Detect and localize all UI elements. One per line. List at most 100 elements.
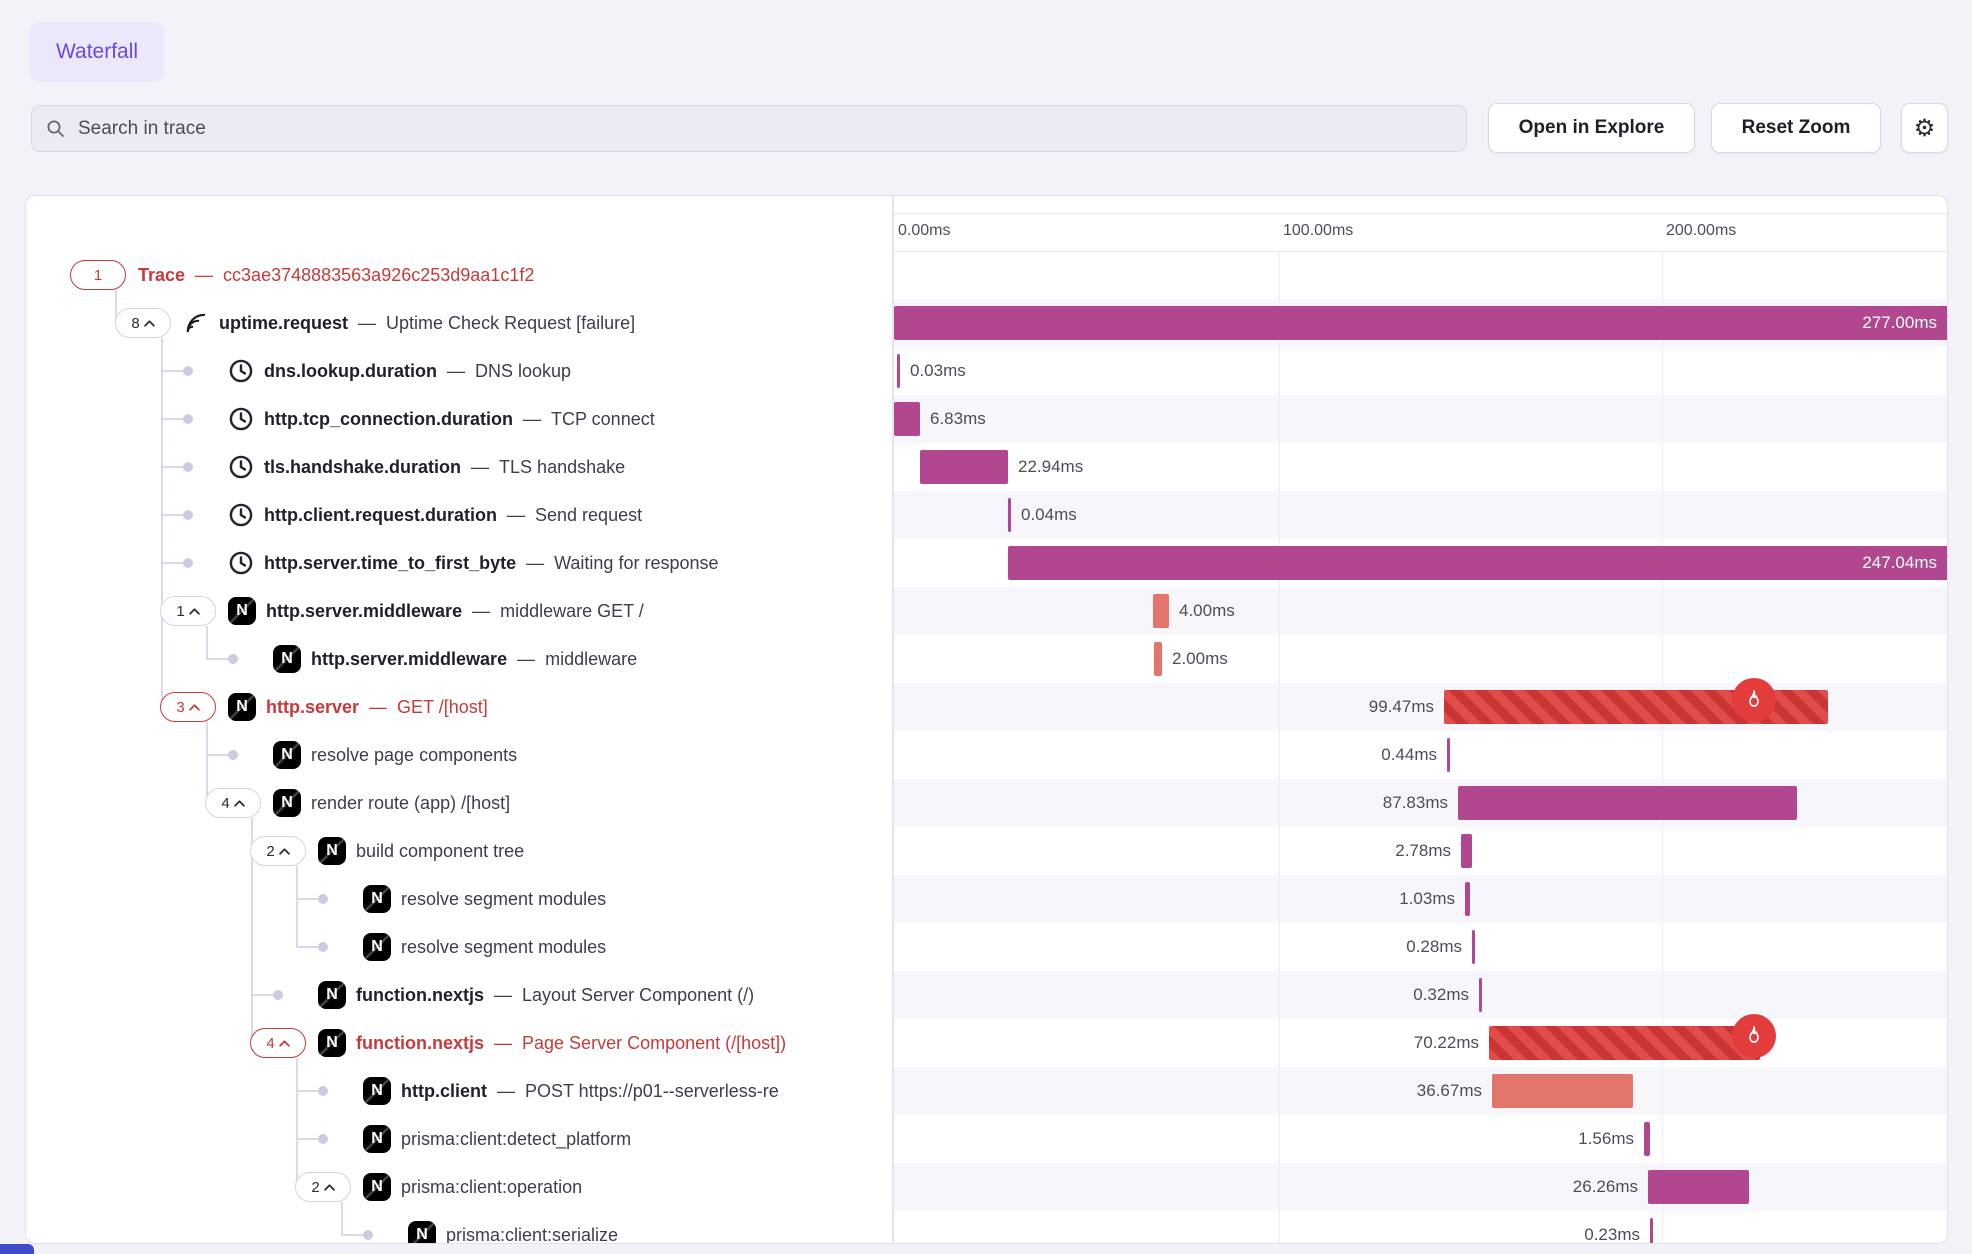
span-duration-bar[interactable]	[1461, 834, 1472, 868]
span-duration-bar[interactable]	[920, 450, 1008, 484]
children-count: 3	[176, 699, 184, 716]
span-timeline-row[interactable]: 2.78ms	[894, 827, 1948, 875]
span-tree-row[interactable]: http.tcp_connection.duration—TCP connect	[26, 395, 892, 443]
span-duration-bar[interactable]	[1465, 882, 1470, 916]
span-tree-row[interactable]: Nprisma:client:detect_platform	[26, 1115, 892, 1163]
tab-waterfall[interactable]: Waterfall	[30, 22, 164, 82]
span-timeline-row[interactable]	[894, 251, 1948, 299]
span-duration-bar[interactable]	[894, 402, 920, 436]
span-tree-row[interactable]: 4Nfunction.nextjs—Page Server Component …	[26, 1019, 892, 1067]
span-tree-row[interactable]: tls.handshake.duration—TLS handshake	[26, 443, 892, 491]
span-timeline-row[interactable]: 0.23ms	[894, 1211, 1948, 1243]
search-icon	[46, 119, 66, 139]
span-duration-bar[interactable]	[1644, 1122, 1650, 1156]
span-timeline-row[interactable]: 277.00ms	[894, 299, 1948, 347]
clock-icon	[228, 502, 254, 528]
span-duration-bar[interactable]	[1008, 546, 1948, 580]
span-tree-row[interactable]: 1Nhttp.server.middleware—middleware GET …	[26, 587, 892, 635]
span-duration-bar[interactable]	[1472, 930, 1475, 964]
span-children-count-pill[interactable]: 1	[160, 596, 216, 626]
span-tree-row[interactable]: Nresolve segment modules	[26, 923, 892, 971]
span-timeline-row[interactable]: 247.04ms	[894, 539, 1948, 587]
span-timeline-row[interactable]: 1.56ms	[894, 1115, 1948, 1163]
span-timeline-row[interactable]: 36.67ms	[894, 1067, 1948, 1115]
span-tree-row[interactable]: 2Nprisma:client:operation	[26, 1163, 892, 1211]
span-timeline-row[interactable]: 0.44ms	[894, 731, 1948, 779]
span-tree-row[interactable]: Nresolve segment modules	[26, 875, 892, 923]
span-timeline-row[interactable]: 22.94ms	[894, 443, 1948, 491]
clock-icon	[228, 406, 254, 432]
span-duration-bar[interactable]	[1492, 1074, 1633, 1108]
span-children-count-pill[interactable]: 8	[115, 308, 171, 338]
span-duration-bar[interactable]	[1153, 594, 1169, 628]
nextjs-icon: N	[228, 693, 256, 721]
span-duration-bar[interactable]	[1489, 1026, 1760, 1060]
span-tree-row[interactable]: 2Nbuild component tree	[26, 827, 892, 875]
span-tree-row[interactable]: Nprisma:client:serialize	[26, 1211, 892, 1243]
span-duration-bar[interactable]	[1154, 642, 1162, 676]
span-timeline-row[interactable]: 0.04ms	[894, 491, 1948, 539]
children-count: 4	[221, 795, 229, 812]
span-duration-bar[interactable]	[897, 354, 900, 388]
span-tree-row[interactable]: Nfunction.nextjs—Layout Server Component…	[26, 971, 892, 1019]
tree-connector-line	[161, 338, 163, 347]
span-description: resolve segment modules	[401, 889, 606, 910]
span-timeline-row[interactable]: 1.03ms	[894, 875, 1948, 923]
span-timeline-row[interactable]: 0.28ms	[894, 923, 1948, 971]
nextjs-icon: N	[318, 981, 346, 1009]
tree-leaf-dot	[318, 894, 328, 904]
children-count: 4	[266, 1035, 274, 1052]
span-description: render route (app) /[host]	[311, 793, 510, 814]
span-children-count-pill[interactable]: 1	[70, 260, 126, 290]
span-children-count-pill[interactable]: 4	[205, 788, 261, 818]
pane-divider[interactable]	[892, 196, 894, 1243]
tree-connector-line	[115, 290, 117, 299]
span-duration-bar[interactable]	[1447, 738, 1450, 772]
span-children-count-pill[interactable]: 2	[295, 1172, 351, 1202]
settings-button[interactable]: ⚙	[1901, 103, 1948, 153]
nextjs-icon: N	[318, 837, 346, 865]
span-timeline-row[interactable]: 99.47ms	[894, 683, 1948, 731]
span-duration-label: 0.23ms	[1584, 1211, 1640, 1243]
ruler-tick-label: 200.00ms	[1666, 222, 1736, 240]
span-timeline-row[interactable]: 87.83ms	[894, 779, 1948, 827]
span-children-count-pill[interactable]: 4	[250, 1028, 306, 1058]
span-timeline-row[interactable]: 0.32ms	[894, 971, 1948, 1019]
span-timeline-row[interactable]: 6.83ms	[894, 395, 1948, 443]
span-duration-bar[interactable]	[1458, 786, 1797, 820]
span-children-count-pill[interactable]: 2	[250, 836, 306, 866]
span-duration-label: 0.44ms	[1381, 731, 1437, 779]
span-tree-row[interactable]: Nhttp.client—POST https://p01--serverles…	[26, 1067, 892, 1115]
tree-leaf-dot	[183, 558, 193, 568]
bottom-left-accent	[0, 1244, 34, 1254]
open-in-explore-button[interactable]: Open in Explore	[1488, 103, 1695, 153]
span-timeline-row[interactable]: 2.00ms	[894, 635, 1948, 683]
span-tree-row[interactable]: 1Trace—cc3ae3748883563a926c253d9aa1c1f2	[26, 251, 892, 299]
span-duration-bar[interactable]	[1648, 1170, 1749, 1204]
span-duration-label: 0.32ms	[1413, 971, 1469, 1019]
span-timeline-row[interactable]: 4.00ms	[894, 587, 1948, 635]
span-tree-row[interactable]: Nhttp.server.middleware—middleware	[26, 635, 892, 683]
span-tree-row[interactable]: 3Nhttp.server—GET /[host]	[26, 683, 892, 731]
span-duration-bar[interactable]	[1479, 978, 1482, 1012]
span-duration-bar[interactable]	[1650, 1218, 1653, 1243]
span-children-count-pill[interactable]: 3	[160, 692, 216, 722]
span-duration-label: 99.47ms	[1369, 683, 1434, 731]
span-timeline-row[interactable]: 0.03ms	[894, 347, 1948, 395]
span-tree-row[interactable]: http.server.time_to_first_byte—Waiting f…	[26, 539, 892, 587]
span-duration-label: 26.26ms	[1573, 1163, 1638, 1211]
span-tree-row[interactable]: dns.lookup.duration—DNS lookup	[26, 347, 892, 395]
name-desc-separator: —	[517, 649, 535, 670]
span-tree-row[interactable]: 8uptime.request—Uptime Check Request [fa…	[26, 299, 892, 347]
span-timeline-row[interactable]: 26.26ms	[894, 1163, 1948, 1211]
search-input[interactable]	[76, 117, 1452, 141]
span-duration-bar[interactable]	[894, 306, 1948, 340]
nextjs-icon: N	[273, 741, 301, 769]
span-tree-row[interactable]: Nresolve page components	[26, 731, 892, 779]
span-timeline-row[interactable]: 70.22ms	[894, 1019, 1948, 1067]
span-tree-row[interactable]: http.client.request.duration—Send reques…	[26, 491, 892, 539]
span-tree-row[interactable]: 4Nrender route (app) /[host]	[26, 779, 892, 827]
span-duration-bar[interactable]	[1008, 498, 1011, 532]
reset-zoom-button[interactable]: Reset Zoom	[1711, 103, 1881, 153]
trace-search[interactable]	[31, 105, 1467, 152]
